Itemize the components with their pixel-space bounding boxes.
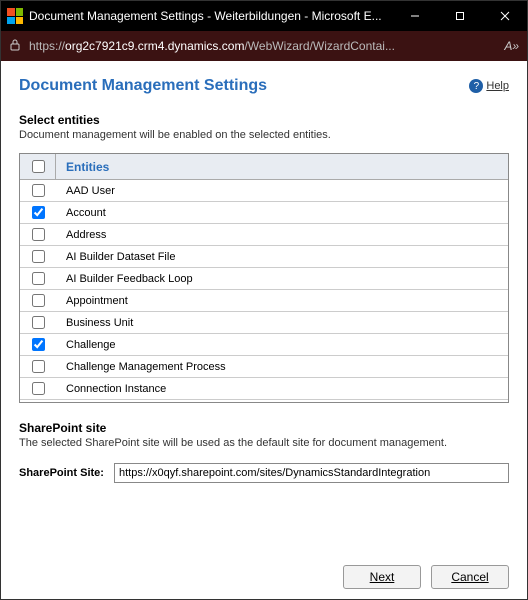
select-all-cell bbox=[20, 154, 56, 179]
sharepoint-site-row: SharePoint Site: bbox=[19, 463, 509, 483]
entity-checkbox[interactable] bbox=[32, 338, 45, 351]
entity-checkbox[interactable] bbox=[32, 272, 45, 285]
entity-checkbox[interactable] bbox=[32, 184, 45, 197]
next-button[interactable]: Next bbox=[343, 565, 421, 589]
entity-checkbox[interactable] bbox=[32, 206, 45, 219]
row-checkbox-cell bbox=[20, 291, 56, 310]
sharepoint-heading: SharePoint site bbox=[19, 421, 509, 435]
entities-scroll-area[interactable]: AAD User Account Address AI Builder Dataset… bbox=[20, 180, 508, 402]
select-entities-description: Document management will be enabled on t… bbox=[19, 129, 509, 141]
microsoft-icon bbox=[7, 8, 23, 24]
sharepoint-site-label: SharePoint Site: bbox=[19, 467, 104, 479]
cancel-button[interactable]: Cancel bbox=[431, 565, 509, 589]
row-checkbox-cell bbox=[20, 335, 56, 354]
entity-checkbox[interactable] bbox=[32, 294, 45, 307]
table-row: AAD User bbox=[20, 180, 508, 202]
dialog-window: Document Management Settings - Weiterbil… bbox=[0, 0, 528, 600]
url-prefix: https:// bbox=[29, 39, 65, 53]
entity-checkbox[interactable] bbox=[32, 360, 45, 373]
sharepoint-site-input[interactable] bbox=[114, 463, 509, 483]
sharepoint-description: The selected SharePoint site will be use… bbox=[19, 437, 509, 449]
page-title: Document Management Settings bbox=[19, 77, 267, 95]
help-label: Help bbox=[486, 80, 509, 92]
page-header: Document Management Settings ? Help bbox=[19, 77, 509, 95]
select-all-checkbox[interactable] bbox=[32, 160, 45, 173]
table-row: Account bbox=[20, 202, 508, 224]
page-content: Document Management Settings ? Help Sele… bbox=[1, 61, 527, 599]
next-button-label: Next bbox=[370, 570, 395, 584]
table-row: Address bbox=[20, 224, 508, 246]
entity-label[interactable]: AAD User bbox=[56, 185, 508, 197]
lock-icon bbox=[9, 38, 21, 55]
entity-label[interactable]: AI Builder Feedback Loop bbox=[56, 273, 508, 285]
table-row: Business Unit bbox=[20, 312, 508, 334]
row-checkbox-cell bbox=[20, 313, 56, 332]
entities-header-row: Entities bbox=[20, 154, 508, 180]
window-maximize-button[interactable] bbox=[437, 1, 482, 31]
entity-checkbox[interactable] bbox=[32, 250, 45, 263]
entity-checkbox[interactable] bbox=[32, 382, 45, 395]
window-titlebar: Document Management Settings - Weiterbil… bbox=[1, 1, 527, 31]
address-bar: https://org2c7921c9.crm4.dynamics.com/We… bbox=[1, 31, 527, 61]
table-row: AI Builder Dataset File bbox=[20, 246, 508, 268]
wizard-footer: Next Cancel bbox=[19, 553, 509, 589]
window-title: Document Management Settings - Weiterbil… bbox=[29, 9, 392, 23]
table-row: Challenge bbox=[20, 334, 508, 356]
help-icon: ? bbox=[469, 79, 483, 93]
cancel-button-label: Cancel bbox=[451, 570, 488, 584]
select-entities-heading: Select entities bbox=[19, 113, 509, 127]
entity-label[interactable]: Account bbox=[56, 207, 508, 219]
row-checkbox-cell bbox=[20, 379, 56, 398]
entity-label[interactable]: Appointment bbox=[56, 295, 508, 307]
entities-column-header[interactable]: Entities bbox=[56, 160, 109, 174]
table-row: Connection Instance bbox=[20, 378, 508, 400]
entity-label[interactable]: Challenge Management Process bbox=[56, 361, 508, 373]
entity-label[interactable]: Connection Instance bbox=[56, 383, 508, 395]
url-text[interactable]: https://org2c7921c9.crm4.dynamics.com/We… bbox=[29, 39, 496, 53]
entities-table: Entities AAD User Account Address AI Builde… bbox=[19, 153, 509, 403]
row-checkbox-cell bbox=[20, 357, 56, 376]
reader-mode-icon[interactable]: A» bbox=[504, 39, 519, 53]
entity-label[interactable]: Challenge bbox=[56, 339, 508, 351]
row-checkbox-cell bbox=[20, 269, 56, 288]
table-row: Appointment bbox=[20, 290, 508, 312]
row-checkbox-cell bbox=[20, 203, 56, 222]
row-checkbox-cell bbox=[20, 181, 56, 200]
window-close-button[interactable] bbox=[482, 1, 527, 31]
row-checkbox-cell bbox=[20, 225, 56, 244]
entity-label[interactable]: Address bbox=[56, 229, 508, 241]
entity-label[interactable]: Business Unit bbox=[56, 317, 508, 329]
table-row: AI Builder Feedback Loop bbox=[20, 268, 508, 290]
row-checkbox-cell bbox=[20, 247, 56, 266]
table-row: Challenge Management Process bbox=[20, 356, 508, 378]
entity-label[interactable]: AI Builder Dataset File bbox=[56, 251, 508, 263]
url-path: /WebWizard/WizardContai... bbox=[244, 39, 395, 53]
url-domain: org2c7921c9.crm4.dynamics.com bbox=[65, 39, 244, 53]
entity-checkbox[interactable] bbox=[32, 228, 45, 241]
help-link[interactable]: ? Help bbox=[469, 79, 509, 93]
window-minimize-button[interactable] bbox=[392, 1, 437, 31]
entity-checkbox[interactable] bbox=[32, 316, 45, 329]
